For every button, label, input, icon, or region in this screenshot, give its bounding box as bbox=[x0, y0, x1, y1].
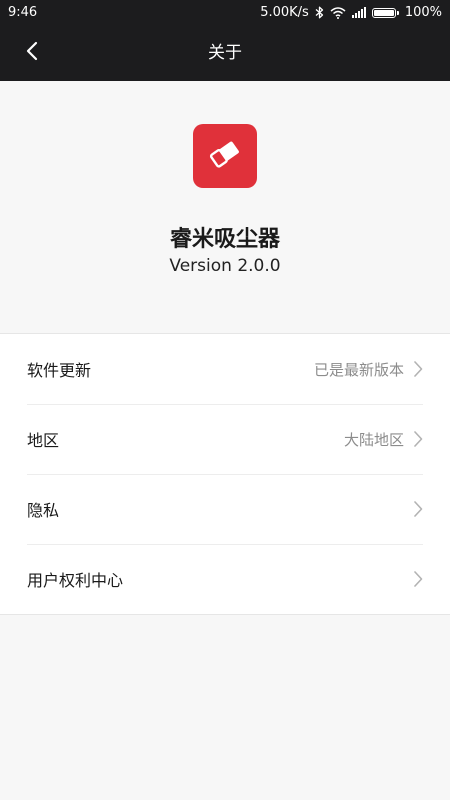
eraser-icon bbox=[205, 134, 245, 178]
wifi-icon bbox=[330, 6, 346, 19]
title-bar: 关于 bbox=[0, 25, 450, 81]
item-value: 大陆地区 bbox=[343, 430, 404, 449]
item-label: 用户权利中心 bbox=[27, 571, 124, 590]
battery-level: 100% bbox=[404, 5, 442, 20]
item-value: 已是最新版本 bbox=[313, 360, 404, 379]
network-speed: 5.00K/s bbox=[260, 5, 309, 20]
status-indicators: 5.00K/s 100% bbox=[260, 5, 442, 20]
signal-icon bbox=[351, 7, 366, 18]
item-label: 隐私 bbox=[27, 501, 60, 520]
battery-icon bbox=[371, 7, 399, 18]
app-version: Version 2.0.0 bbox=[169, 256, 281, 276]
app-icon bbox=[193, 124, 257, 188]
app-info-section: 睿米吸尘器 Version 2.0.0 bbox=[0, 81, 450, 333]
item-label: 地区 bbox=[27, 431, 60, 450]
list-item-region[interactable]: 地区 大陆地区 bbox=[0, 404, 450, 474]
chevron-right-icon bbox=[412, 430, 424, 448]
list-item-software-update[interactable]: 软件更新 已是最新版本 bbox=[0, 334, 450, 404]
app-name: 睿米吸尘器 bbox=[169, 227, 280, 252]
item-label: 软件更新 bbox=[27, 361, 92, 380]
chevron-right-icon bbox=[412, 500, 424, 518]
status-bar: 9:46 5.00K/s 100% bbox=[0, 0, 450, 25]
settings-list: 软件更新 已是最新版本 地区 大陆地区 隐私 用户权利中心 bbox=[0, 333, 450, 615]
status-time: 9:46 bbox=[8, 5, 38, 20]
back-button[interactable] bbox=[16, 37, 48, 69]
chevron-right-icon bbox=[412, 360, 424, 378]
chevron-left-icon bbox=[25, 41, 39, 65]
about-screen: 9:46 5.00K/s 100% 关于 睿米吸尘器 Version 2.0.0… bbox=[0, 0, 450, 800]
chevron-right-icon bbox=[412, 570, 424, 588]
list-item-privacy[interactable]: 隐私 bbox=[0, 474, 450, 544]
bluetooth-icon bbox=[315, 6, 324, 19]
list-item-user-rights[interactable]: 用户权利中心 bbox=[0, 544, 450, 614]
page-title: 关于 bbox=[208, 43, 242, 63]
